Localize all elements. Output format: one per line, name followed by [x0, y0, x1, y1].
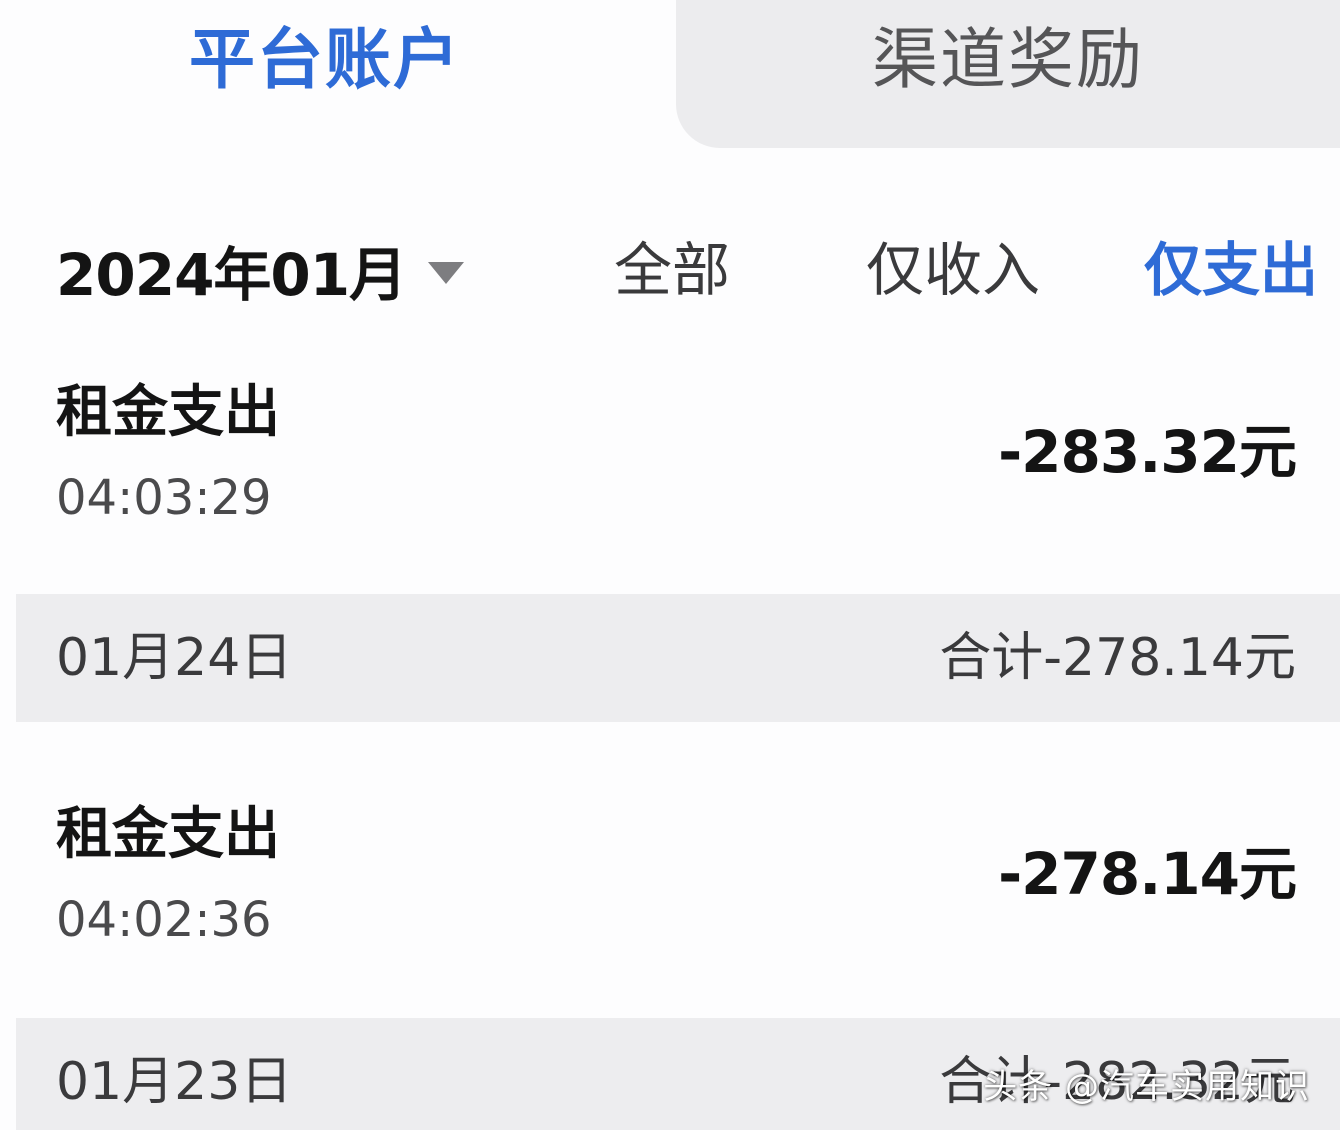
transaction-item[interactable]: 租金支出 04:03:29 -283.32元	[0, 378, 1340, 578]
filter-income-only-option[interactable]: 仅收入	[866, 222, 1040, 318]
transaction-time: 04:03:29	[56, 470, 272, 526]
transaction-time: 04:02:36	[56, 892, 272, 948]
watermark-text: 头条 @汽车实用知识	[983, 1067, 1310, 1107]
tab-platform-account-label: 平台账户	[189, 21, 461, 98]
transaction-title: 租金支出	[56, 802, 280, 867]
caret-down-icon	[428, 262, 465, 284]
transaction-history-screen: 平台账户 渠道奖励 2024年01月 全部 仅收入 仅支出 租金支出 04:03…	[0, 0, 1340, 1130]
tab-channel-reward-label: 渠道奖励	[872, 21, 1144, 98]
filter-all-option[interactable]: 全部	[614, 222, 730, 318]
tab-channel-reward[interactable]: 渠道奖励	[676, 0, 1340, 148]
month-label: 2024年01月	[56, 241, 407, 309]
date-group-total: 合计-278.14元	[939, 628, 1296, 688]
transaction-amount: -278.14元	[998, 840, 1297, 908]
tab-platform-account[interactable]: 平台账户	[0, 0, 680, 148]
transaction-title: 租金支出	[56, 380, 280, 445]
date-group-date: 01月23日	[56, 1052, 293, 1112]
date-group-date: 01月24日	[56, 628, 293, 688]
transaction-amount: -283.32元	[998, 418, 1297, 486]
filter-expense-only-option[interactable]: 仅支出	[1144, 222, 1318, 318]
filter-bar: 2024年01月 全部 仅收入 仅支出	[0, 222, 1340, 318]
month-picker[interactable]: 2024年01月	[56, 222, 465, 318]
transaction-item[interactable]: 租金支出 04:02:36 -278.14元	[0, 800, 1340, 1000]
date-group-header: 01月24日 合计-278.14元	[16, 594, 1340, 722]
account-tab-bar: 平台账户 渠道奖励	[0, 0, 1340, 150]
